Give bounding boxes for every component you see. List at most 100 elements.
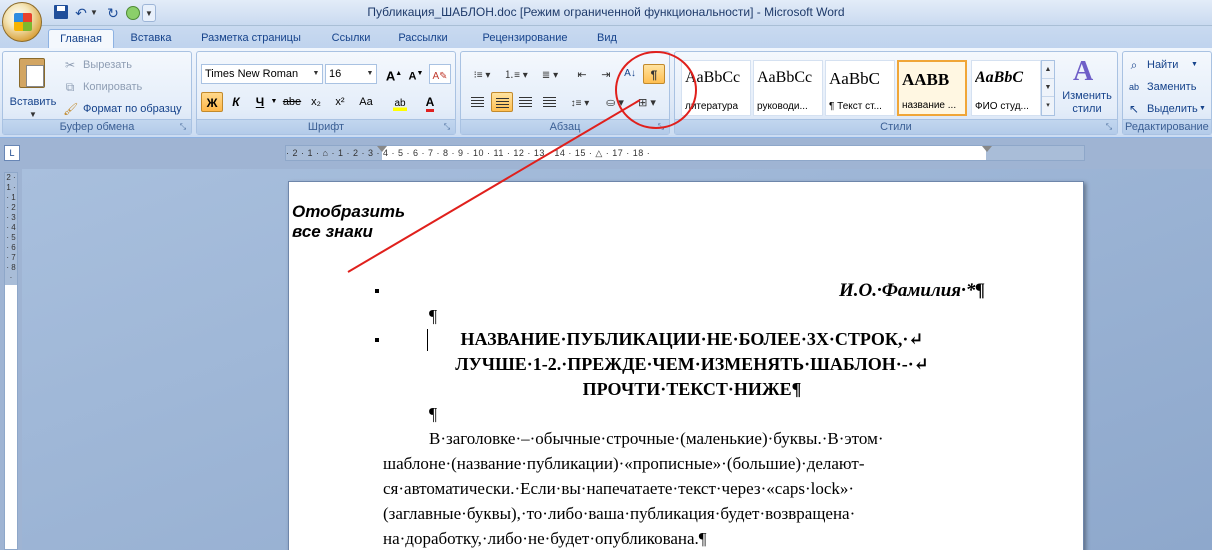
scroll-up-icon[interactable]: ▲ xyxy=(1042,61,1054,79)
replace-label: Заменить xyxy=(1147,81,1197,93)
line-spacing-button[interactable]: ↕≡ ▾ xyxy=(565,92,595,112)
styles-launcher-icon[interactable]: ⤡ xyxy=(1104,122,1114,132)
scissors-icon: ✂ xyxy=(64,58,76,72)
style-student-name[interactable]: AaBbC ФИО студ... xyxy=(971,60,1041,116)
font-size-combo[interactable]: 16 ▼ xyxy=(325,64,377,84)
paragraph-launcher-icon[interactable]: ⤡ xyxy=(656,122,666,132)
multilevel-list-button[interactable]: ≣ ▾ xyxy=(535,64,565,84)
empty-paragraph-1: ¶ xyxy=(429,306,438,326)
clipboard-launcher-icon[interactable]: ⤡ xyxy=(178,122,188,132)
increase-indent-button[interactable]: ⇥ xyxy=(595,64,617,84)
brush-icon: 🖌 xyxy=(63,102,79,116)
change-styles-label-1: Изменить xyxy=(1062,90,1112,102)
ribbon: Вставить ▼ ✂ Вырезать ⧉ Копировать 🖌 Фор… xyxy=(0,48,1212,138)
change-styles-button[interactable]: A Изменить стили xyxy=(1059,56,1115,118)
right-indent-icon[interactable] xyxy=(982,146,992,152)
justify-button[interactable] xyxy=(539,92,561,112)
office-logo-icon xyxy=(14,13,32,31)
annotation-label-line-2: все знаки xyxy=(292,222,373,241)
underline-dropdown-icon[interactable]: ▼ xyxy=(269,92,279,112)
sort-button[interactable]: А↓ xyxy=(619,64,641,84)
style-sample: AABB xyxy=(902,70,950,89)
bold-button[interactable]: Ж xyxy=(201,92,223,112)
clipboard-group-label: Буфер обмена xyxy=(3,119,191,134)
shading-button[interactable]: ⛀ ▾ xyxy=(601,92,629,112)
change-case-button[interactable]: Aa xyxy=(355,92,377,112)
subscript-button[interactable]: x₂ xyxy=(305,92,327,112)
borders-icon: ⊞ ▾ xyxy=(638,97,656,109)
strikethrough-button[interactable]: abe xyxy=(281,92,303,112)
font-color-icon: A xyxy=(425,96,435,112)
font-launcher-icon[interactable]: ⤡ xyxy=(442,122,452,132)
title-line-2: ЛУЧШЕ·1-2.·ПРЕЖДЕ·ЧЕМ·ИЗМЕНЯТЬ·ШАБЛОН·-·… xyxy=(455,354,929,374)
tab-view[interactable]: Вид xyxy=(590,29,624,48)
decrease-indent-button[interactable]: ⇤ xyxy=(571,64,593,84)
highlight-button[interactable]: ab xyxy=(389,92,411,112)
style-title[interactable]: AABB название ... xyxy=(897,60,967,116)
borders-button[interactable]: ⊞ ▾ xyxy=(633,92,661,112)
document-page[interactable]: Отобразить все знаки И.О.·Фамилия·*¶ ¶ Н… xyxy=(288,181,1084,550)
tab-mailings[interactable]: Рассылки xyxy=(390,29,456,48)
font-name-combo[interactable]: Times New Roman ▼ xyxy=(201,64,323,84)
italic-button[interactable]: К xyxy=(225,92,247,112)
vertical-ruler[interactable]: 2 · 1 · · 1 · 2 · 3 · 4 · 5 · 6 · 7 · 8 … xyxy=(4,172,18,550)
align-right-button[interactable] xyxy=(515,92,537,112)
editing-group-label: Редактирование xyxy=(1123,119,1211,134)
cursor-icon: ↖ xyxy=(1128,102,1140,116)
clear-formatting-button[interactable]: A✎ xyxy=(429,64,451,84)
paste-button[interactable]: Вставить ▼ xyxy=(9,56,57,119)
align-left-icon xyxy=(471,97,484,107)
grow-font-button[interactable]: A▲ xyxy=(383,64,405,84)
paragraph-group: ⁝≡ ▾ ⒈≡ ▾ ≣ ▾ ⇤ ⇥ А↓ ¶ ↕≡ ▾ ⛀ ▾ ⊞ ▾ Абза… xyxy=(460,51,670,135)
author-line: И.О.·Фамилия·*¶ xyxy=(839,280,985,301)
horizontal-ruler[interactable]: · 2 · 1 · ⌂ · 1 · 2 · 3 · 4 · 5 · 6 · 7 … xyxy=(285,145,1085,161)
styles-gallery-scroll[interactable]: ▲ ▼ ▾ xyxy=(1041,60,1055,116)
grow-font-icon: A xyxy=(385,68,396,84)
body-line: В·заголовке·–·обычные·строчные·(маленьки… xyxy=(429,429,884,448)
font-size-value: 16 xyxy=(329,68,342,80)
shrink-font-button[interactable]: A▼ xyxy=(405,64,427,84)
ruler-tab-selector-icon[interactable]: L xyxy=(4,145,20,161)
vertical-ruler-ticks: 2 · 1 · · 1 · 2 · 3 · 4 · 5 · 6 · 7 · 8 … xyxy=(6,173,16,282)
style-literature[interactable]: AaBbCc литература xyxy=(681,60,751,116)
cut-label: Вырезать xyxy=(83,59,132,71)
numbering-icon: ⒈≡ ▾ xyxy=(504,70,528,81)
eraser-icon: A✎ xyxy=(432,71,448,82)
numbering-button[interactable]: ⒈≡ ▾ xyxy=(501,64,531,84)
show-all-marks-button[interactable]: ¶ xyxy=(643,64,665,84)
body-line: шаблоне·(название·публикации)·«прописные… xyxy=(383,454,865,473)
font-color-button[interactable]: A xyxy=(419,92,441,112)
style-caption: название ... xyxy=(902,100,957,111)
binoculars-icon: ⌕ xyxy=(1130,58,1138,72)
ruler-ticks: · 2 · 1 · ⌂ · 1 · 2 · 3 · 4 · 5 · 6 · 7 … xyxy=(286,148,651,158)
styles-group: AaBbCc литература AaBbCc руководи... AaB… xyxy=(674,51,1118,135)
paste-label: Вставить xyxy=(9,96,57,108)
clipboard-group: Вставить ▼ ✂ Вырезать ⧉ Копировать 🖌 Фор… xyxy=(2,51,192,135)
style-supervisor[interactable]: AaBbCc руководи... xyxy=(753,60,823,116)
font-group-label: Шрифт xyxy=(197,119,455,134)
styles-group-label: Стили xyxy=(675,119,1117,134)
office-button[interactable] xyxy=(2,2,42,42)
superscript-button[interactable]: x² xyxy=(329,92,351,112)
bullets-button[interactable]: ⁝≡ ▾ xyxy=(467,64,497,84)
tab-references[interactable]: Ссылки xyxy=(322,29,380,48)
tab-insert[interactable]: Вставка xyxy=(120,29,182,48)
tab-home[interactable]: Главная xyxy=(48,29,114,48)
ribbon-tabs: Главная Вставка Разметка страницы Ссылки… xyxy=(0,26,1212,48)
underline-button[interactable]: Ч xyxy=(249,92,271,112)
paragraph-mark-bullet xyxy=(375,338,379,342)
tab-page-layout[interactable]: Разметка страницы xyxy=(192,29,310,48)
title-line-1: НАЗВАНИЕ·ПУБЛИКАЦИИ·НЕ·БОЛЕЕ·3Х·СТРОК,·↵ xyxy=(460,329,924,349)
style-sample: AaBbC xyxy=(829,69,880,88)
gallery-more-icon[interactable]: ▾ xyxy=(1042,97,1054,115)
style-body-text[interactable]: AaBbC ¶ Текст ст... xyxy=(825,60,895,116)
multilevel-list-icon: ≣ ▾ xyxy=(541,70,559,81)
first-line-indent-icon[interactable] xyxy=(377,146,387,152)
align-left-button[interactable] xyxy=(467,92,489,112)
decrease-indent-icon: ⇤ xyxy=(577,69,587,81)
scroll-down-icon[interactable]: ▼ xyxy=(1042,79,1054,97)
chevron-down-icon: ▼ xyxy=(312,70,320,77)
align-center-button[interactable] xyxy=(491,92,513,112)
document-area: Отобразить все знаки И.О.·Фамилия·*¶ ¶ Н… xyxy=(22,169,1212,550)
tab-review[interactable]: Рецензирование xyxy=(470,29,580,48)
